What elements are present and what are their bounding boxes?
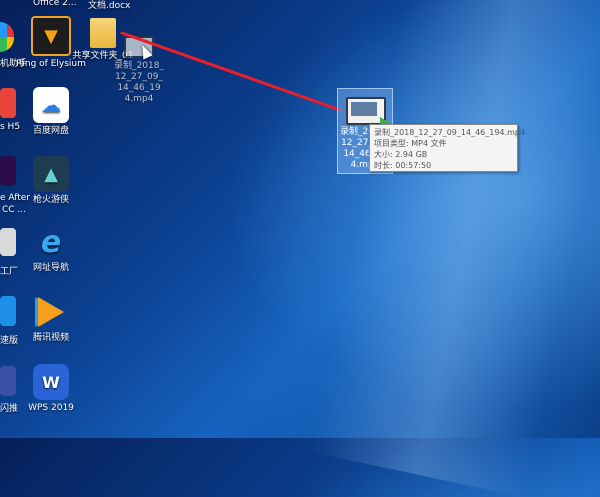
desktop-icon-tencent-video[interactable]: 腾讯视频 xyxy=(16,294,86,344)
icon-label: 枪火游侠 xyxy=(32,195,69,205)
desktop-icon-wps[interactable]: W WPS 2019 xyxy=(16,364,86,414)
icon-label: 录制_2018_12_27_09_14_46_194.mp4 xyxy=(114,61,164,104)
desktop-icon-ie-browser[interactable]: e 网址导航 xyxy=(16,224,86,274)
baidu-netdisk-icon: ☁ xyxy=(33,87,69,123)
ie-browser-icon: e xyxy=(40,224,62,260)
file-info-tooltip: 录制_2018_12_27_09_14_46_194.mp4 项目类型: MP4… xyxy=(369,124,526,172)
desktop-icon-baidu-netdisk[interactable]: ☁ 百度网盘 xyxy=(16,87,86,137)
app-icon-partial-2[interactable] xyxy=(0,88,16,118)
tooltip-duration: 时长: 00:57:50 xyxy=(374,161,432,170)
app-icon-partial-5[interactable] xyxy=(0,296,16,326)
desktop-icon-gunfire-ranger[interactable]: ▲ 枪火游侠 xyxy=(16,156,86,206)
cutoff-label-left-3b: CC ... xyxy=(2,205,27,215)
icon-label: 网址导航 xyxy=(32,263,69,273)
wps-icon: W xyxy=(33,364,69,400)
tencent-video-icon xyxy=(33,294,69,330)
cutoff-label-top-doc: 文档.docx xyxy=(88,1,131,11)
tooltip-type: 项目类型: MP4 文件 xyxy=(374,139,447,148)
gunfire-ranger-icon: ▲ xyxy=(33,156,69,192)
tooltip-size: 大小: 2.94 GB xyxy=(374,150,428,159)
app-icon-partial-4[interactable] xyxy=(0,228,16,256)
icon-label: WPS 2019 xyxy=(28,403,74,413)
cutoff-label-top-center: Office 2... xyxy=(33,0,77,8)
ring-of-elysium-icon: ▼ xyxy=(31,16,71,56)
app-icon-partial-6[interactable] xyxy=(0,366,16,396)
app-icon-partial-1[interactable] xyxy=(0,22,14,52)
icon-label: 百度网盘 xyxy=(32,126,69,136)
icon-label: 腾讯视频 xyxy=(32,333,69,343)
video-file-icon xyxy=(346,97,390,129)
app-icon-partial-3[interactable] xyxy=(0,156,16,186)
tooltip-filename: 录制_2018_12_27_09_14_46_194.mp4 xyxy=(374,128,526,137)
wallpaper-light-beam xyxy=(308,0,600,497)
